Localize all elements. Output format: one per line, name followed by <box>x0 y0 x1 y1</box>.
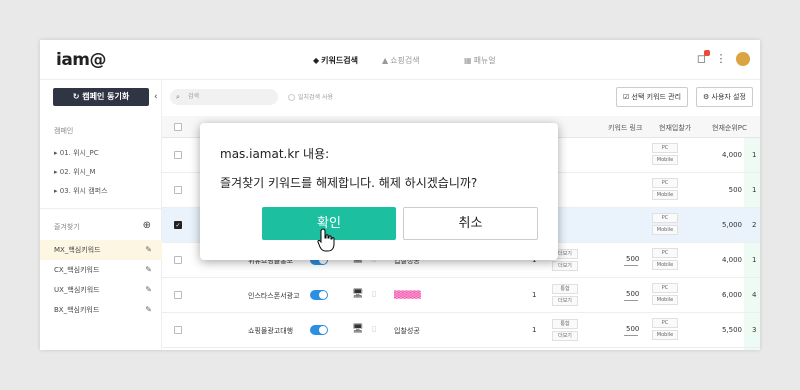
current-bid-cell: 5,500 <box>721 326 742 334</box>
table-row[interactable]: 쇼핑몰광고대행 🖥 ▯ 입찰성공 1 통합더보기 500 PC Mobile 5,500 3 <box>162 313 760 348</box>
bid-status: 입찰성공 <box>394 327 420 335</box>
row-checkbox[interactable] <box>174 256 182 264</box>
sidebar-campaign-1[interactable]: ▸ 01. 위시_PC <box>54 148 99 158</box>
nav-shopping-search[interactable]: ▲ 쇼핑검색 <box>382 55 420 66</box>
more-menu-icon[interactable]: ⋮ <box>716 52 727 65</box>
top-header: iam@ ◆ 키워드검색 ▲ 쇼핑검색 ▦ 패뉴얼 ◻ ⋮ <box>40 40 760 80</box>
edit-icon[interactable]: ✎ <box>145 240 152 260</box>
keyword-toggle[interactable] <box>310 325 328 335</box>
keyword-manage-button[interactable]: ☑ 선택 키워드 관리 <box>616 87 689 107</box>
more-tag[interactable]: 더보기 <box>552 296 578 306</box>
notification-icon[interactable]: ◻ <box>697 50 710 65</box>
select-all-checkbox[interactable] <box>174 123 182 131</box>
row-checkbox[interactable]: ✓ <box>174 221 182 229</box>
more-tag[interactable]: 더보기 <box>552 331 578 341</box>
rank-cell: 1 <box>752 151 757 159</box>
mobile-tag: Mobile <box>652 260 678 270</box>
row-checkbox[interactable] <box>174 151 182 159</box>
sidebar-favorite-item[interactable]: UX_핵심키워드 ✎ <box>40 280 162 300</box>
bid-input[interactable]: 500 <box>623 325 639 336</box>
nav-manual[interactable]: ▦ 패뉴얼 <box>464 55 496 66</box>
exact-match-radio[interactable]: 일치검색 사용 <box>288 92 333 101</box>
sidebar-favorite-item[interactable]: BX_핵심키워드 ✎ <box>40 300 162 320</box>
current-bid-cell: 4,000 <box>721 151 742 159</box>
search-icon: ⌕ <box>176 93 180 101</box>
hand-cursor-icon <box>317 228 335 252</box>
current-bid-cell: 4,000 <box>721 256 742 264</box>
add-favorite-icon[interactable]: ⊕ <box>143 220 151 231</box>
sidebar-campaign-3[interactable]: ▸ 03. 위시 캠퍼스 <box>54 186 108 196</box>
sidebar-divider <box>40 208 162 209</box>
mobile-icon: ▯ <box>372 324 377 333</box>
bid-status: ▒▒▒▒▒ <box>394 291 421 299</box>
current-bid-cell: 6,000 <box>721 291 742 299</box>
search-input[interactable]: ⌕ 검색 <box>170 89 278 105</box>
mobile-tag: Mobile <box>652 155 678 165</box>
edit-icon[interactable]: ✎ <box>145 260 152 280</box>
current-bid-cell: 5,000 <box>721 221 742 229</box>
logo: iam@ <box>56 50 107 70</box>
pc-tag: PC <box>652 248 678 258</box>
mobile-tag: Mobile <box>652 330 678 340</box>
sidebar-favorite-item[interactable]: CX_핵심키워드 ✎ <box>40 260 162 280</box>
toolbar: ⌕ 검색 일치검색 사용 ☑ 선택 키워드 관리 ⚙ 사용자 설정 <box>162 80 760 116</box>
bag-icon: ▲ <box>382 56 389 65</box>
mobile-tag: Mobile <box>652 225 678 235</box>
col-keyword-link: 키워드 링크 <box>608 124 643 132</box>
dialog-title: mas.iamat.kr 내용: <box>220 147 330 161</box>
mobile-tag: Mobile <box>652 190 678 200</box>
mode-tag[interactable]: 통합 <box>552 319 578 329</box>
campaign-section-label: 캠페인 <box>54 127 74 135</box>
more-tag[interactable]: 더보기 <box>552 261 578 271</box>
edit-icon[interactable]: ✎ <box>145 280 152 300</box>
rank-cell: 4 <box>752 291 757 299</box>
book-icon: ▦ <box>464 56 472 65</box>
keyword-cell: 쇼핑몰광고대행 <box>248 327 294 335</box>
pc-tag: PC <box>652 283 678 293</box>
sidebar: ↻ 캠페인 동기화 캠페인 ▸ 01. 위시_PC ▸ 02. 위시_M ▸ 0… <box>40 80 162 350</box>
nav-keyword-search[interactable]: ◆ 키워드검색 <box>313 55 358 66</box>
bid-input[interactable]: 500 <box>623 255 639 266</box>
current-bid-cell: 500 <box>728 186 742 194</box>
qty-cell: 1 <box>532 291 537 299</box>
table-row[interactable]: 인스타스폰서광고 🖥 ▯ ▒▒▒▒▒ 1 통합더보기 500 PC Mobile 6,000 4 <box>162 278 760 313</box>
collapse-sidebar-icon[interactable]: ‹ <box>154 92 158 102</box>
monitor-icon: 🖥 <box>352 289 364 299</box>
rank-cell: 3 <box>752 326 757 334</box>
row-checkbox[interactable] <box>174 326 182 334</box>
pc-tag: PC <box>652 213 678 223</box>
dialog-message: 즐겨찾기 키워드를 해제합니다. 해제 하시겠습니까? <box>220 176 478 190</box>
keyword-cell: 인스타스폰서광고 <box>248 292 300 300</box>
qty-cell: 1 <box>532 326 537 334</box>
tag-icon: ◆ <box>313 56 320 65</box>
col-current-bid: 현재입찰가 <box>659 124 692 132</box>
confirm-dialog: mas.iamat.kr 내용: 즐겨찾기 키워드를 해제합니다. 해제 하시겠… <box>200 123 558 260</box>
monitor-icon: 🖥 <box>352 324 364 334</box>
header-icons: ◻ ⋮ <box>691 50 750 66</box>
user-settings-button[interactable]: ⚙ 사용자 설정 <box>696 87 753 107</box>
col-current-rank: 현재순위PC <box>712 124 747 132</box>
avatar[interactable] <box>736 52 750 66</box>
pc-tag: PC <box>652 178 678 188</box>
keyword-toggle[interactable] <box>310 290 328 300</box>
row-checkbox[interactable] <box>174 291 182 299</box>
favorites-section-label: 즐겨찾기 <box>54 223 80 231</box>
row-checkbox[interactable] <box>174 186 182 194</box>
rank-cell: 2 <box>752 221 757 229</box>
edit-icon[interactable]: ✎ <box>145 300 152 320</box>
rank-cell: 1 <box>752 256 757 264</box>
mobile-tag: Mobile <box>652 295 678 305</box>
bid-input[interactable]: 500 <box>623 290 639 301</box>
mode-tag[interactable]: 통합 <box>552 284 578 294</box>
pc-tag: PC <box>652 318 678 328</box>
campaign-sync-button[interactable]: ↻ 캠페인 동기화 <box>53 88 149 106</box>
mobile-icon: ▯ <box>372 289 377 298</box>
cancel-button[interactable]: 취소 <box>403 207 538 240</box>
sidebar-favorite-item[interactable]: MX_핵심키워드 ✎ <box>40 240 162 260</box>
pc-tag: PC <box>652 143 678 153</box>
sidebar-campaign-2[interactable]: ▸ 02. 위시_M <box>54 167 96 177</box>
rank-cell: 1 <box>752 186 757 194</box>
